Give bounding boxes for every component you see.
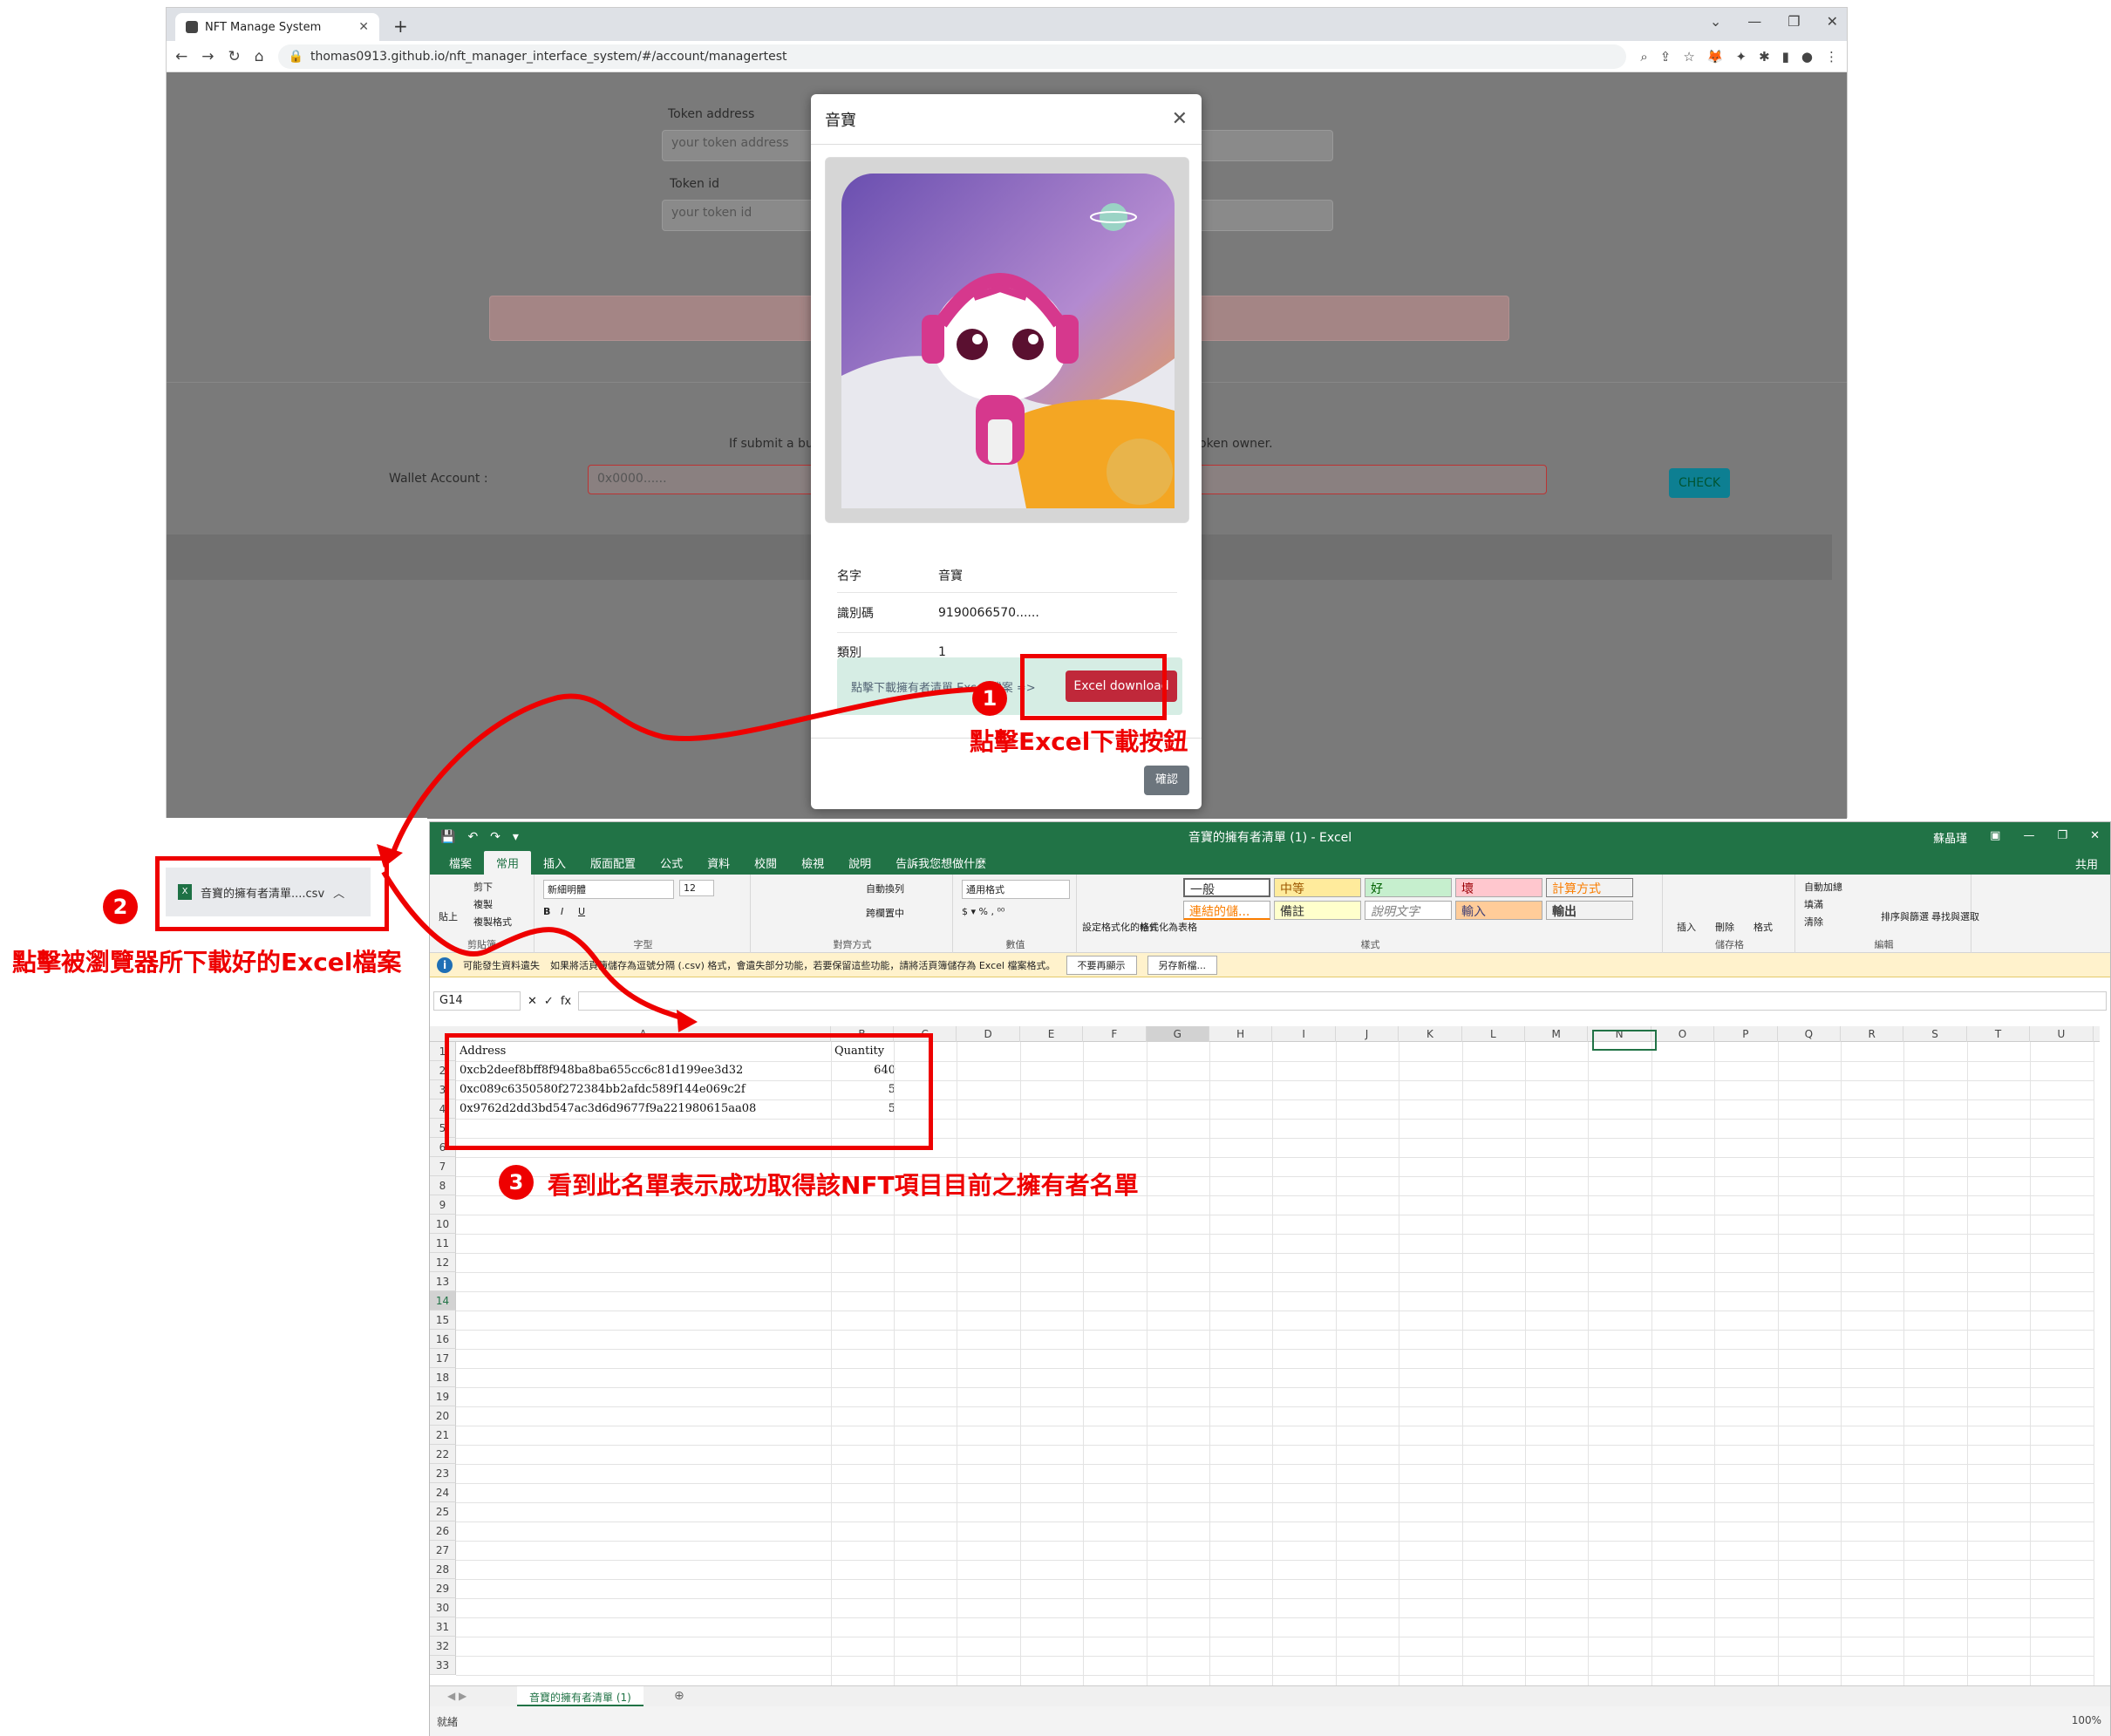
step1-caption: 點擊Excel下載按鈕: [970, 727, 1188, 756]
step1-badge: 1: [972, 681, 1007, 716]
step2-badge: 2: [103, 889, 138, 924]
annotation-box-download: [155, 856, 389, 931]
annotation-box-excel-button: [1020, 654, 1167, 720]
step3-caption: 看到此名單表示成功取得該NFT項目目前之擁有者名單: [548, 1171, 1139, 1200]
step3-badge: 3: [499, 1165, 534, 1200]
annotation-box-table: [445, 1033, 933, 1150]
step2-caption: 點擊被瀏覽器所下載好的Excel檔案: [12, 948, 402, 977]
